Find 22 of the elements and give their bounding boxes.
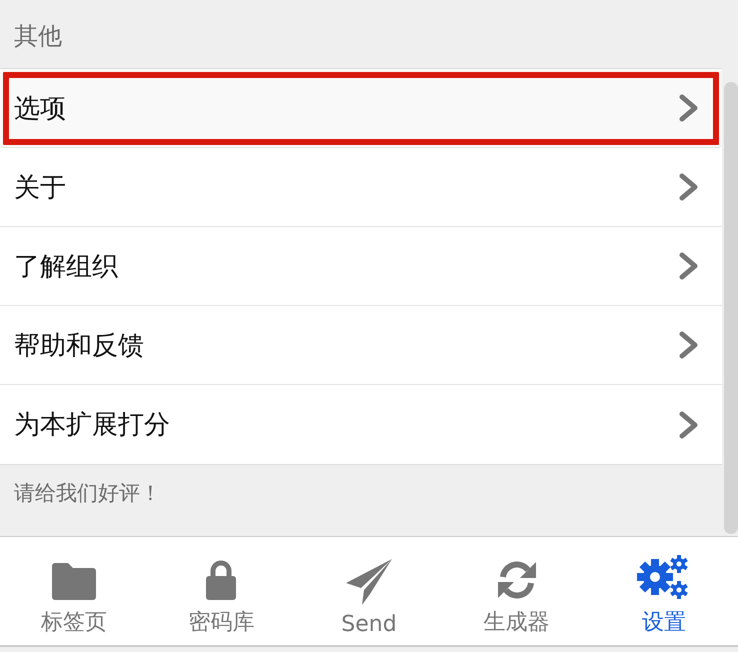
chevron-right-icon: [678, 251, 700, 281]
paper-plane-icon: [344, 558, 394, 606]
sync-icon: [496, 559, 538, 601]
settings-item[interactable]: 选项: [0, 69, 722, 148]
footer-text: 请给我们好评！: [13, 480, 162, 507]
tab[interactable]: 生成器: [442, 537, 590, 645]
tab[interactable]: 标签页: [0, 537, 148, 645]
settings-item[interactable]: 帮助和反馈: [0, 306, 722, 385]
settings-item[interactable]: 关于: [0, 148, 722, 227]
settings-item[interactable]: 为本扩展打分: [0, 385, 722, 464]
chevron-right-icon: [678, 172, 700, 202]
chevron-right-icon: [678, 410, 700, 440]
tab[interactable]: Send: [295, 537, 443, 645]
settings-item[interactable]: 了解组织: [0, 227, 722, 306]
scrollbar[interactable]: [724, 82, 738, 534]
section-heading: 其他: [13, 21, 63, 52]
lock-icon: [205, 559, 238, 601]
tab[interactable]: 密码库: [148, 537, 296, 645]
folder-icon: [50, 561, 97, 601]
chevron-right-icon: [678, 93, 700, 123]
chevron-right-icon: [678, 330, 700, 360]
tab[interactable]: 设置: [590, 537, 738, 645]
